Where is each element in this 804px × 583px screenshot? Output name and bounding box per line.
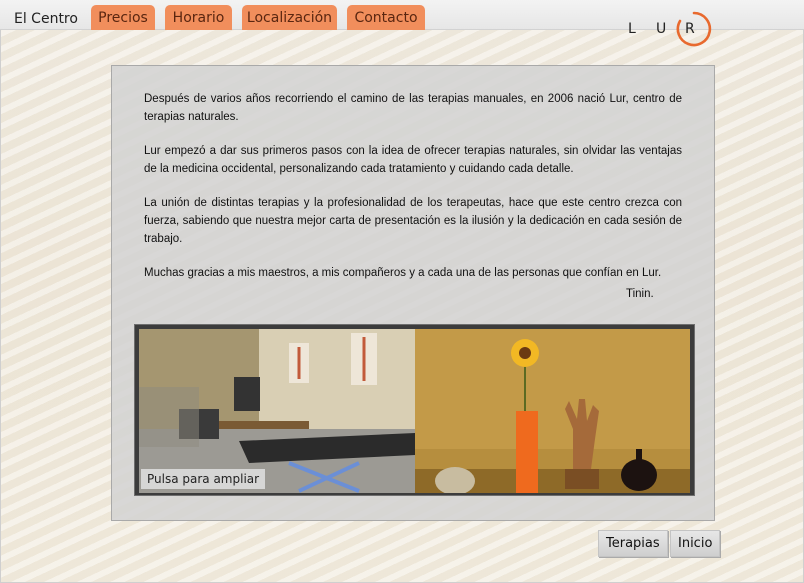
content-panel: Después de varios años recorriendo el ca… — [111, 65, 715, 521]
lur-logo[interactable]: L U R — [618, 8, 718, 50]
intro-text: Después de varios años recorriendo el ca… — [144, 90, 682, 298]
inicio-button[interactable]: Inicio — [670, 530, 721, 557]
signature: Tinin. — [626, 288, 654, 300]
terapias-button[interactable]: Terapias — [598, 530, 668, 557]
logo-letter-r: R — [685, 21, 695, 37]
enlarge-caption[interactable]: Pulsa para ampliar — [141, 469, 266, 489]
paragraph: La unión de distintas terapias y la prof… — [144, 197, 682, 245]
paragraph: Lur empezó a dar sus primeros pasos con … — [144, 145, 682, 175]
decor-photo — [415, 329, 690, 493]
paragraph: Después de varios años recorriendo el ca… — [144, 93, 682, 123]
logo-letter-l: L — [628, 21, 636, 37]
tab-localizacion[interactable]: Localización — [242, 5, 337, 30]
nav-current-el-centro[interactable]: El Centro — [8, 7, 84, 31]
paragraph: Muchas gracias a mis maestros, a mis com… — [144, 267, 662, 279]
tab-precios[interactable]: Precios — [91, 5, 155, 30]
tab-horario[interactable]: Horario — [165, 5, 232, 30]
photo-gallery[interactable]: Pulsa para ampliar — [134, 324, 695, 496]
logo-letter-u: U — [656, 21, 667, 37]
tab-contacto[interactable]: Contacto — [347, 5, 425, 30]
